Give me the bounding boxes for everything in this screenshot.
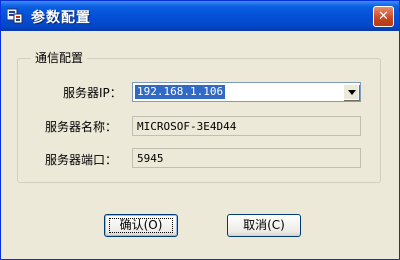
server-port-field[interactable]: 5945 [132, 148, 361, 168]
group-title: 通信配置 [31, 49, 88, 66]
close-button[interactable]: ✕ [373, 6, 394, 27]
focus-indicator [109, 218, 173, 233]
chevron-down-icon [348, 90, 356, 95]
cancel-button-label: 取消(C) [243, 218, 285, 232]
server-name-field[interactable]: MICROSOF-3E4D44 [132, 116, 361, 136]
window-title: 参数配置 [31, 10, 91, 26]
config-dialog: 参数配置 ✕ 通信配置 服务器IP： 192.168.1.106 服务器名称： … [0, 0, 400, 260]
server-port-value: 5945 [137, 152, 164, 165]
server-name-value: MICROSOF-3E4D44 [137, 120, 237, 133]
app-icon [7, 8, 23, 24]
dropdown-button[interactable] [343, 84, 359, 100]
server-ip-value[interactable]: 192.168.1.106 [135, 85, 226, 99]
cancel-button[interactable]: 取消(C) [227, 214, 301, 237]
server-port-label: 服务器端口： [45, 153, 118, 167]
server-name-label: 服务器名称： [45, 120, 118, 134]
server-ip-label: 服务器IP： [63, 86, 122, 100]
confirm-button[interactable]: 确认(O) [104, 214, 178, 237]
server-ip-combobox[interactable]: 192.168.1.106 [132, 82, 361, 102]
title-bar[interactable]: 参数配置 ✕ [1, 1, 399, 31]
